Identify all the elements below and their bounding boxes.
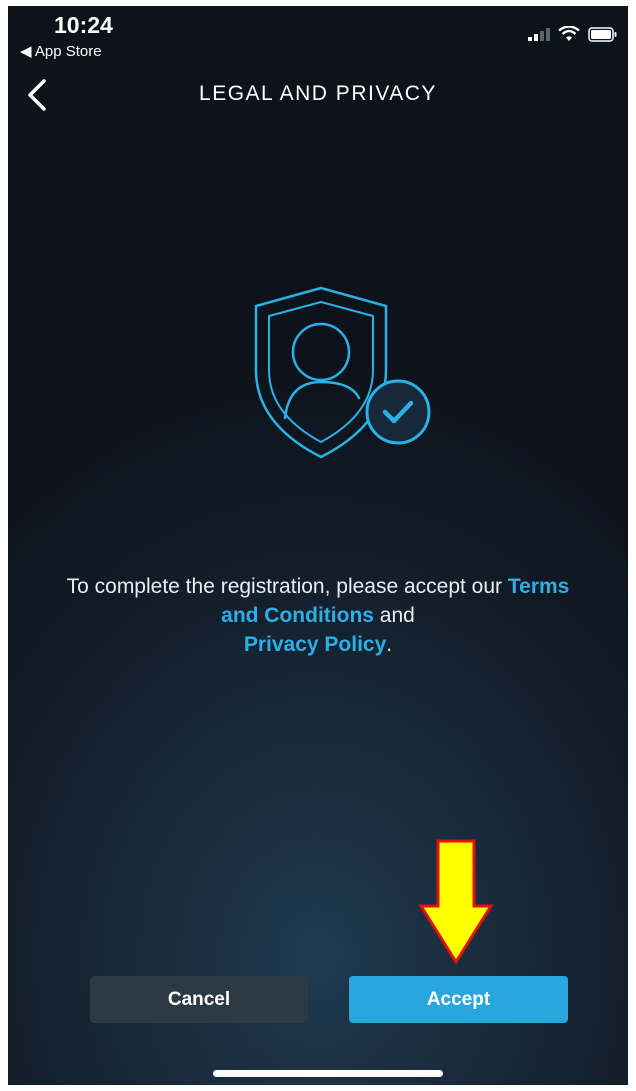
- registration-message: To complete the registration, please acc…: [48, 572, 588, 659]
- accept-button[interactable]: Accept: [349, 976, 568, 1023]
- status-time: 10:24: [54, 12, 113, 38]
- status-icons: [528, 26, 618, 42]
- back-to-app-store-link[interactable]: ◀ App Store: [20, 42, 102, 60]
- wifi-icon: [558, 26, 580, 41]
- app-screen: 10:24 ◀ App Store LEGAL AND PRIVACY To c…: [8, 6, 628, 1085]
- page-title: LEGAL AND PRIVACY: [199, 82, 437, 105]
- home-indicator: [213, 1070, 443, 1077]
- cellular-signal-icon: [528, 28, 550, 41]
- message-text: To complete the registration, please acc…: [66, 575, 508, 598]
- cancel-button[interactable]: Cancel: [90, 976, 308, 1023]
- shield-user-check-icon: [254, 286, 431, 459]
- battery-icon: [588, 26, 617, 42]
- message-conjunction: and: [373, 604, 415, 627]
- message-end: .: [386, 633, 393, 656]
- arrow-down-icon: [418, 839, 494, 965]
- privacy-policy-link[interactable]: Privacy Policy: [244, 633, 386, 656]
